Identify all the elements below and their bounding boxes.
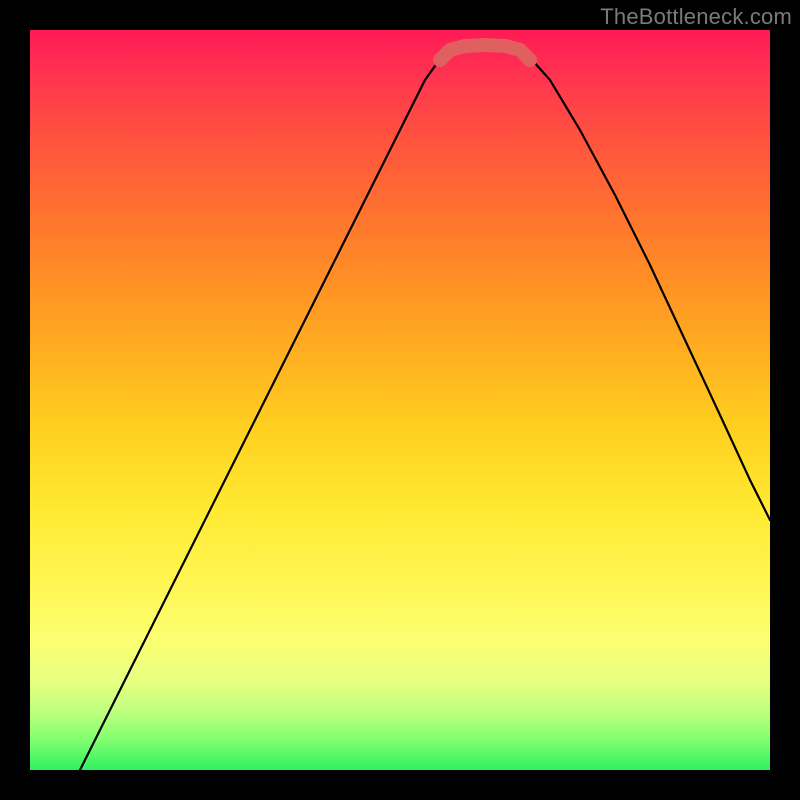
right-curve bbox=[525, 52, 770, 520]
plot-area bbox=[30, 30, 770, 770]
watermark-text: TheBottleneck.com bbox=[600, 4, 792, 30]
left-curve bbox=[80, 52, 445, 770]
bottom-marker bbox=[440, 45, 530, 60]
curve-layer bbox=[30, 30, 770, 770]
chart-frame: TheBottleneck.com bbox=[0, 0, 800, 800]
